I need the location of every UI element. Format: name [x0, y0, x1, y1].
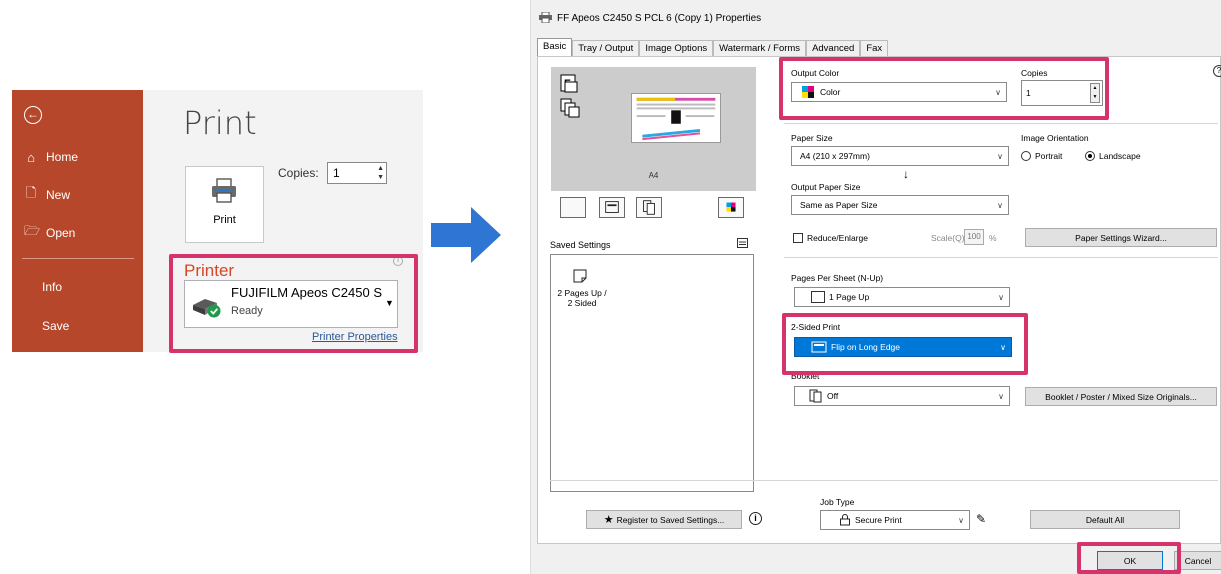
nav-home-label: Home — [46, 150, 79, 164]
tab-watermark-forms[interactable]: Watermark / Forms — [713, 40, 807, 56]
saved-settings-menu-icon[interactable] — [737, 238, 748, 248]
output-paper-size-value: Same as Paper Size — [800, 200, 878, 210]
copies-spinner[interactable]: ▲ ▼ — [377, 164, 384, 182]
list-item[interactable]: 2 Pages Up / 2 Sided — [551, 255, 611, 315]
nav-home[interactable]: ⌂ Home — [12, 145, 143, 169]
tab-strip: Basic Tray / Output Image Options Waterm… — [537, 38, 889, 56]
layout-booklet-icon[interactable] — [636, 197, 662, 218]
home-icon: ⌂ — [27, 149, 35, 165]
job-type-label: Job Type — [820, 497, 855, 507]
printer-properties-dialog: FF Apeos C2450 S PCL 6 (Copy 1) Properti… — [530, 0, 1221, 574]
saved-settings-label: Saved Settings — [550, 240, 611, 250]
copies-value: 1 — [333, 166, 340, 180]
pages-per-sheet-select[interactable]: 1 Page Up ∨ — [794, 287, 1010, 307]
booklet-icon — [809, 389, 822, 403]
reduce-enlarge-checkbox[interactable] — [793, 233, 803, 243]
chevron-down-icon: ∨ — [997, 152, 1003, 161]
color-mode-icon[interactable] — [718, 197, 744, 218]
nav-divider — [22, 258, 134, 259]
section-divider — [784, 123, 1218, 124]
booklet-select[interactable]: Off ∨ — [794, 386, 1010, 406]
nav-new[interactable]: 🗋 New — [12, 183, 143, 207]
image-orientation-label: Image Orientation — [1021, 133, 1089, 143]
print-button[interactable]: Print — [185, 166, 264, 243]
section-divider — [550, 480, 1218, 481]
nav-open-label: Open — [46, 226, 76, 240]
print-button-label: Print — [213, 214, 236, 226]
scale-unit: % — [989, 233, 997, 243]
layout-single-icon[interactable] — [560, 197, 586, 218]
tab-fax[interactable]: Fax — [860, 40, 889, 56]
chevron-down-icon: ∨ — [997, 201, 1003, 210]
saved-settings-list: 2 Pages Up / 2 Sided — [550, 254, 754, 492]
dialog-title: FF Apeos C2450 S PCL 6 (Copy 1) Properti… — [557, 13, 762, 24]
info-icon[interactable]: i — [749, 512, 762, 525]
one-page-up-icon — [811, 291, 825, 303]
copies-input[interactable]: 1 ▲ ▼ — [327, 162, 387, 184]
chevron-down-icon: ∨ — [998, 392, 1004, 401]
output-paper-size-label: Output Paper Size — [791, 182, 861, 192]
page-title: Print — [183, 104, 257, 142]
preview-paper-size: A4 — [648, 171, 659, 180]
reduce-enlarge-label: Reduce/Enlarge — [807, 233, 868, 243]
tab-image-options[interactable]: Image Options — [639, 40, 714, 56]
highlight-two-sided-print — [782, 313, 1028, 375]
open-folder-icon: 🗁 — [24, 223, 41, 238]
job-type-select[interactable]: Secure Print ∨ — [820, 510, 970, 530]
nav-save[interactable]: Save — [42, 319, 69, 333]
tab-basic[interactable]: Basic — [537, 38, 573, 56]
scale-label: Scale(Q) — [931, 233, 965, 243]
paper-size-select[interactable]: A4 (210 x 297mm) ∨ — [791, 146, 1009, 166]
tab-advanced[interactable]: Advanced — [806, 40, 861, 56]
landscape-radio[interactable] — [1085, 151, 1095, 161]
orientation-icon: F — [560, 74, 580, 118]
right-arrow-icon — [431, 207, 501, 263]
portrait-radio[interactable] — [1021, 151, 1031, 161]
default-all-button[interactable]: Default All — [1030, 510, 1180, 529]
paper-settings-wizard-button[interactable]: Paper Settings Wizard... — [1025, 228, 1217, 247]
nav-new-label: New — [46, 188, 71, 202]
saved-setting-icon — [573, 269, 587, 283]
chevron-down-icon: ∨ — [958, 516, 964, 525]
layout-duplex-icon[interactable] — [599, 197, 625, 218]
register-to-saved-settings-button[interactable]: ★ Register to Saved Settings... — [586, 510, 742, 529]
landscape-label: Landscape — [1099, 151, 1141, 161]
booklet-value: Off — [827, 391, 839, 401]
printer-icon — [539, 12, 552, 23]
help-icon[interactable]: ? — [1213, 65, 1221, 77]
section-divider — [784, 257, 1218, 258]
tab-tray-output[interactable]: Tray / Output — [572, 40, 640, 56]
nav-open[interactable]: 🗁 Open — [12, 221, 143, 245]
printer-icon — [212, 178, 236, 203]
cancel-button[interactable]: Cancel — [1174, 551, 1221, 570]
saved-item-label: 2 Pages Up / 2 Sided — [557, 288, 607, 308]
job-type-value: Secure Print — [855, 515, 902, 525]
back-arrow-icon[interactable]: ← — [24, 106, 42, 124]
highlight-printer-section — [169, 254, 418, 353]
highlight-ok-button — [1077, 542, 1181, 574]
down-arrow-icon: ↓ — [903, 167, 909, 181]
basic-tab-panel: F A4 — [537, 56, 1221, 544]
copies-label: Copies: — [278, 166, 319, 180]
word-backstage-sidebar: ← ⌂ Home 🗋 New 🗁 Open Info Save — [12, 90, 143, 352]
print-preview: F A4 — [551, 67, 756, 191]
register-button-label: Register to Saved Settings... — [616, 514, 725, 525]
pencil-icon[interactable]: ✎ — [976, 512, 986, 526]
booklet-poster-button[interactable]: Booklet / Poster / Mixed Size Originals.… — [1025, 387, 1217, 406]
chevron-down-icon: ∨ — [998, 293, 1004, 302]
pages-per-sheet-value: 1 Page Up — [829, 292, 870, 302]
pages-per-sheet-label: Pages Per Sheet (N-Up) — [791, 273, 884, 283]
lock-icon — [840, 514, 850, 526]
nav-info[interactable]: Info — [42, 280, 62, 294]
star-icon: ★ — [603, 514, 614, 526]
portrait-label: Portrait — [1035, 151, 1063, 161]
scale-input[interactable]: 100 — [964, 229, 984, 245]
output-paper-size-select[interactable]: Same as Paper Size ∨ — [791, 195, 1009, 215]
new-document-icon: 🗋 — [25, 185, 37, 200]
preview-page — [631, 93, 721, 143]
paper-size-value: A4 (210 x 297mm) — [800, 151, 870, 161]
paper-size-label: Paper Size — [791, 133, 833, 143]
highlight-output-color-copies — [779, 57, 1109, 120]
